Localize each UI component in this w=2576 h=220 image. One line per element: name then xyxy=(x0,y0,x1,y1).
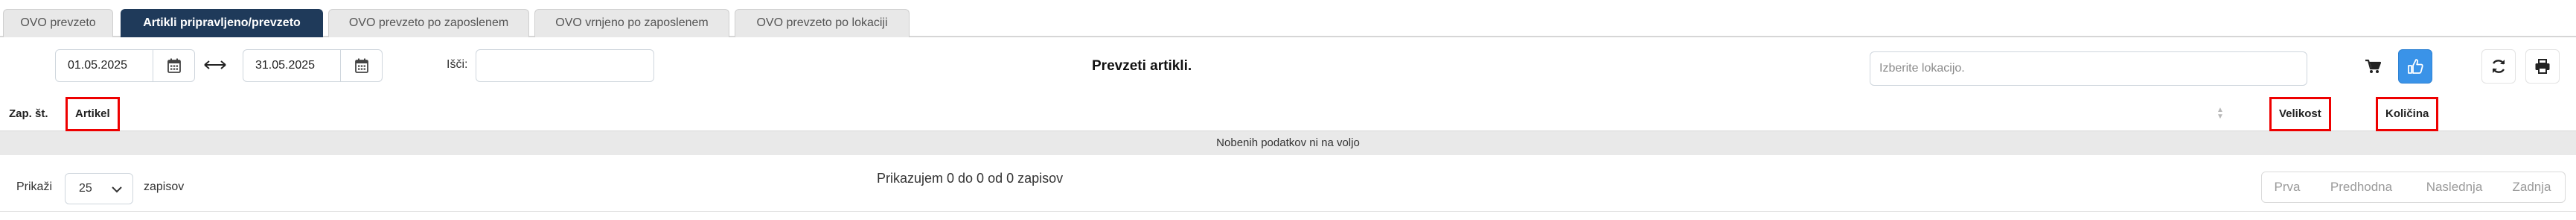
tab-ovo-prevzeto[interactable]: OVO prevzeto xyxy=(3,9,113,37)
tab-ovo-prevzeto-po-zaposlenem[interactable]: OVO prevzeto po zaposlenem xyxy=(328,9,529,37)
column-header-kolicina[interactable]: Količina xyxy=(2376,97,2439,131)
column-header-velikost[interactable]: Velikost xyxy=(2269,97,2331,131)
date-to-value[interactable]: 31.05.2025 xyxy=(255,50,315,81)
page-size-select[interactable]: 25 xyxy=(65,173,133,204)
tab-ovo-prevzeto-po-lokaciji[interactable]: OVO prevzeto po lokaciji xyxy=(735,9,910,37)
cart-button[interactable] xyxy=(2356,49,2390,84)
refresh-button[interactable] xyxy=(2481,49,2516,84)
sort-arrows-icon[interactable]: ▲ ▼ xyxy=(2217,107,2224,121)
column-header-zap-st[interactable]: Zap. št. xyxy=(9,104,48,124)
pager-previous-button[interactable]: Predhodna xyxy=(2313,172,2411,203)
pager-first-button[interactable]: Prva xyxy=(2261,172,2313,203)
calendar-icon[interactable] xyxy=(340,50,382,81)
search-input[interactable] xyxy=(476,49,654,82)
divider xyxy=(0,211,2576,212)
pager-last-button[interactable]: Zadnja xyxy=(2499,172,2566,203)
date-to-picker[interactable]: 31.05.2025 xyxy=(243,49,383,82)
empty-table-message: Nobenih podatkov ni na voljo xyxy=(0,131,2576,155)
print-button[interactable] xyxy=(2525,49,2560,84)
table-header: Zap. št. Artikel Velikost Količina xyxy=(0,97,2576,131)
column-header-artikel[interactable]: Artikel xyxy=(65,97,120,131)
page-size-label: Prikaži xyxy=(16,180,53,193)
date-from-picker[interactable]: 01.05.2025 xyxy=(55,49,195,82)
tab-artikli-pripravljeno-prevzeto[interactable]: Artikli pripravljeno/prevzeto xyxy=(121,9,323,37)
tab-bar: OVO prevzeto Artikli pripravljeno/prevze… xyxy=(0,9,2576,37)
records-info: Prikazujem 0 do 0 od 0 zapisov xyxy=(877,171,1064,186)
search-label: Išči: xyxy=(447,58,468,71)
records-label: zapisov xyxy=(144,180,185,193)
chevron-down-icon xyxy=(112,186,122,193)
pager-next-button[interactable]: Naslednja xyxy=(2410,172,2499,203)
page-title: Prevzeti artikli. xyxy=(1092,58,1192,74)
location-select[interactable] xyxy=(1870,51,2307,86)
approve-button[interactable] xyxy=(2398,49,2432,84)
page-size-value[interactable]: 25 xyxy=(79,174,92,204)
double-arrow-icon xyxy=(204,60,226,74)
tab-ovo-vrnjeno-po-zaposlenem[interactable]: OVO vrnjeno po zaposlenem xyxy=(534,9,729,37)
date-from-value[interactable]: 01.05.2025 xyxy=(68,50,127,81)
calendar-icon[interactable] xyxy=(153,50,194,81)
